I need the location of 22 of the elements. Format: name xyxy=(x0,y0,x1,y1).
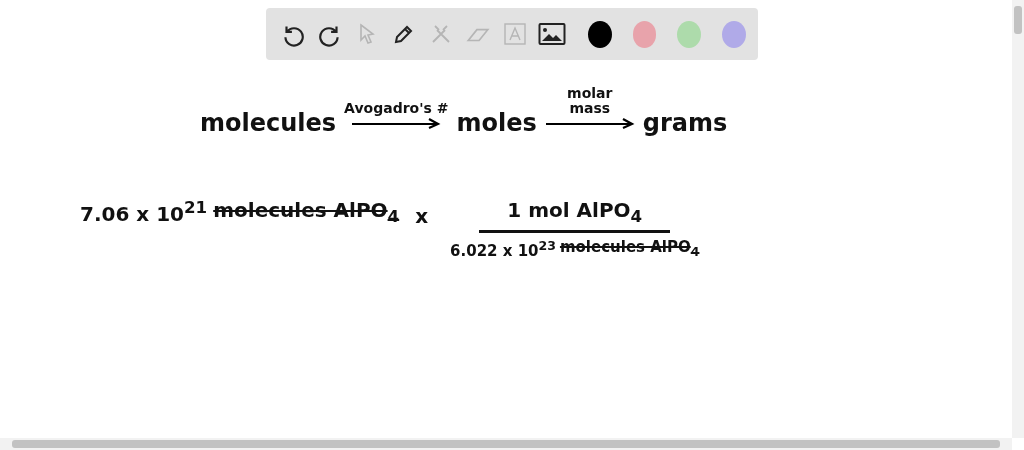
handwritten-word: moles xyxy=(456,107,537,139)
handwritten-word: molecules xyxy=(200,107,337,139)
vertical-scrollbar[interactable] xyxy=(1012,0,1024,438)
text-icon xyxy=(503,22,528,46)
horizontal-scrollbar[interactable] xyxy=(0,438,1012,450)
handwritten-amount: 6.022 x 10$^{23}$ xyxy=(450,237,556,263)
arrow-icon xyxy=(544,116,635,129)
handwritten-numerator: 1 mol AlPO$_{4}$ xyxy=(479,196,671,234)
handwritten-amount: 7.06 x 10$^{21}$ xyxy=(80,197,208,228)
handwritten-unit: molecules AlPO$_{4}$ xyxy=(559,237,700,262)
image-icon xyxy=(538,22,567,46)
color-swatch[interactable] xyxy=(587,20,612,48)
handwritten-word: grams xyxy=(642,107,728,139)
handwritten-unit: molecules AlPO$_{4}$ xyxy=(213,197,400,228)
color-swatch[interactable] xyxy=(632,20,657,48)
handwritten-operator: x xyxy=(415,203,429,230)
arrow-label: mass xyxy=(569,101,611,117)
arrow-label: Avogadro's # xyxy=(344,101,449,117)
arrow-icon xyxy=(351,116,442,129)
arrow-label: molar xyxy=(567,86,613,102)
color-swatch[interactable] xyxy=(722,20,746,48)
color-swatch[interactable] xyxy=(677,20,702,48)
